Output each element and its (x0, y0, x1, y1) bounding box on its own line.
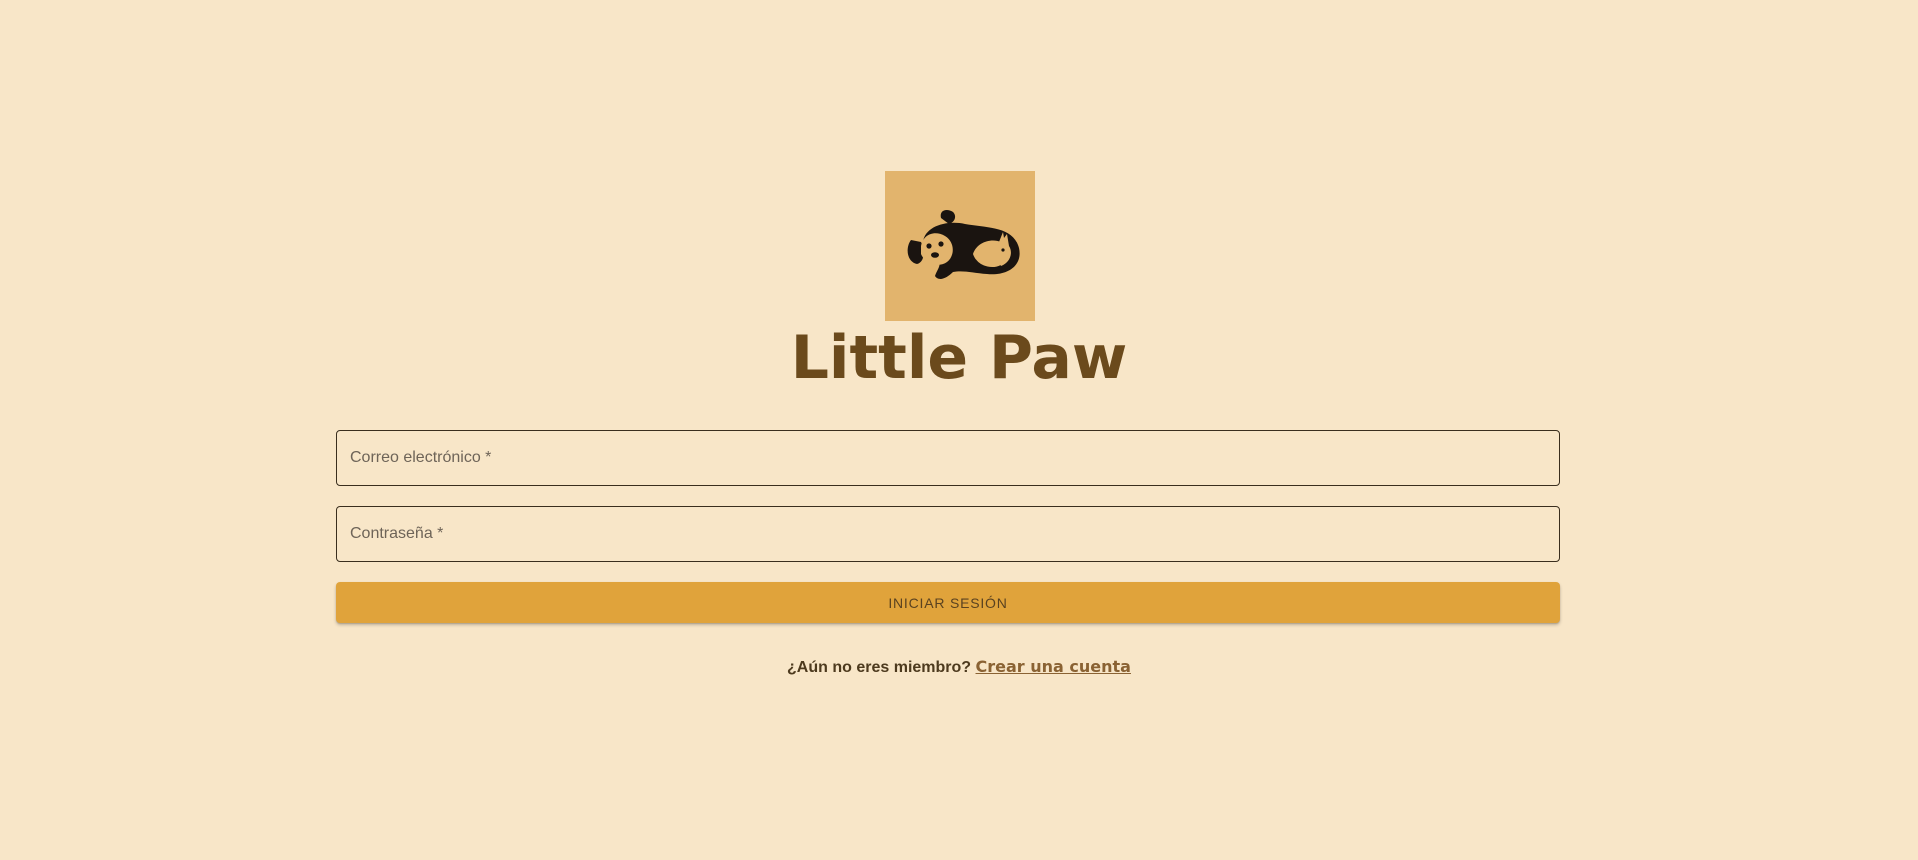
login-button[interactable]: INICIAR SESIÓN (336, 582, 1560, 623)
email-field[interactable]: Correo electrónico * (336, 430, 1560, 486)
login-page: Little Paw Correo electrónico * Contrase… (0, 0, 1918, 860)
password-field[interactable]: Contraseña * (336, 506, 1560, 562)
brand-logo (885, 171, 1035, 321)
create-account-link[interactable]: Crear una cuenta (976, 657, 1131, 676)
brand-title: Little Paw (790, 323, 1128, 393)
email-input[interactable] (337, 431, 1559, 485)
dog-and-cat-logo-icon (907, 210, 1020, 279)
password-input[interactable] (337, 507, 1559, 561)
signup-question: ¿Aún no eres miembro? (787, 659, 972, 676)
signup-prompt: ¿Aún no eres miembro? Crear una cuenta (0, 656, 1918, 678)
